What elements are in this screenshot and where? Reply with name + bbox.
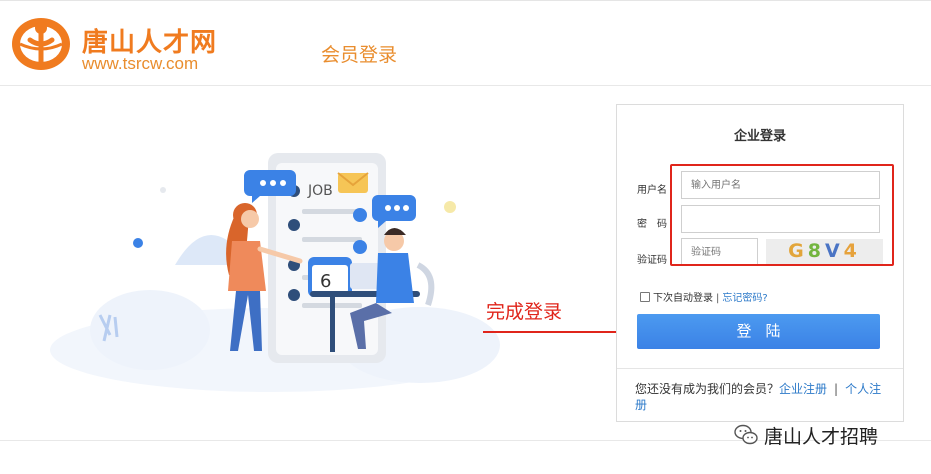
username-label: 用户名 xyxy=(637,185,667,196)
top-border xyxy=(0,0,931,1)
logo-url: www.tsrcw.com xyxy=(82,54,199,73)
job-text: JOB xyxy=(307,183,333,199)
calendar-number: 6 xyxy=(320,271,331,292)
remember-row: 下次自动登录 | 忘记密码? xyxy=(640,289,768,304)
register-separator: | xyxy=(834,382,839,396)
wechat-watermark: 唐山人才招聘 xyxy=(734,420,914,450)
company-register-link[interactable]: 企业注册 xyxy=(779,382,827,396)
highlight-box xyxy=(670,164,894,266)
login-title: 企业登录 xyxy=(733,129,786,144)
site-logo[interactable]: 唐山人才网 www.tsrcw.com xyxy=(10,14,225,76)
captcha-label: 验证码 xyxy=(637,255,667,266)
password-label: 密 码 xyxy=(637,219,667,230)
remember-separator: | xyxy=(716,293,720,304)
register-prompt-row: 您还没有成为我们的会员？企业注册 | 个人注册 xyxy=(635,381,890,413)
page-title: 会员登录 xyxy=(321,44,398,66)
remember-label[interactable]: 下次自动登录 xyxy=(653,293,713,304)
forgot-password-link[interactable]: 忘记密码? xyxy=(722,293,767,304)
logo-icon xyxy=(12,18,70,70)
login-illustration: JOB 6 xyxy=(50,153,500,392)
remember-checkbox[interactable] xyxy=(640,292,650,302)
wechat-icon xyxy=(734,424,758,445)
register-prompt: 您还没有成为我们的会员？ xyxy=(635,382,780,396)
header-divider xyxy=(0,85,931,86)
panel-divider xyxy=(617,368,903,369)
login-button[interactable]: 登陆 xyxy=(637,314,880,349)
watermark-text: 唐山人才招聘 xyxy=(764,426,879,448)
